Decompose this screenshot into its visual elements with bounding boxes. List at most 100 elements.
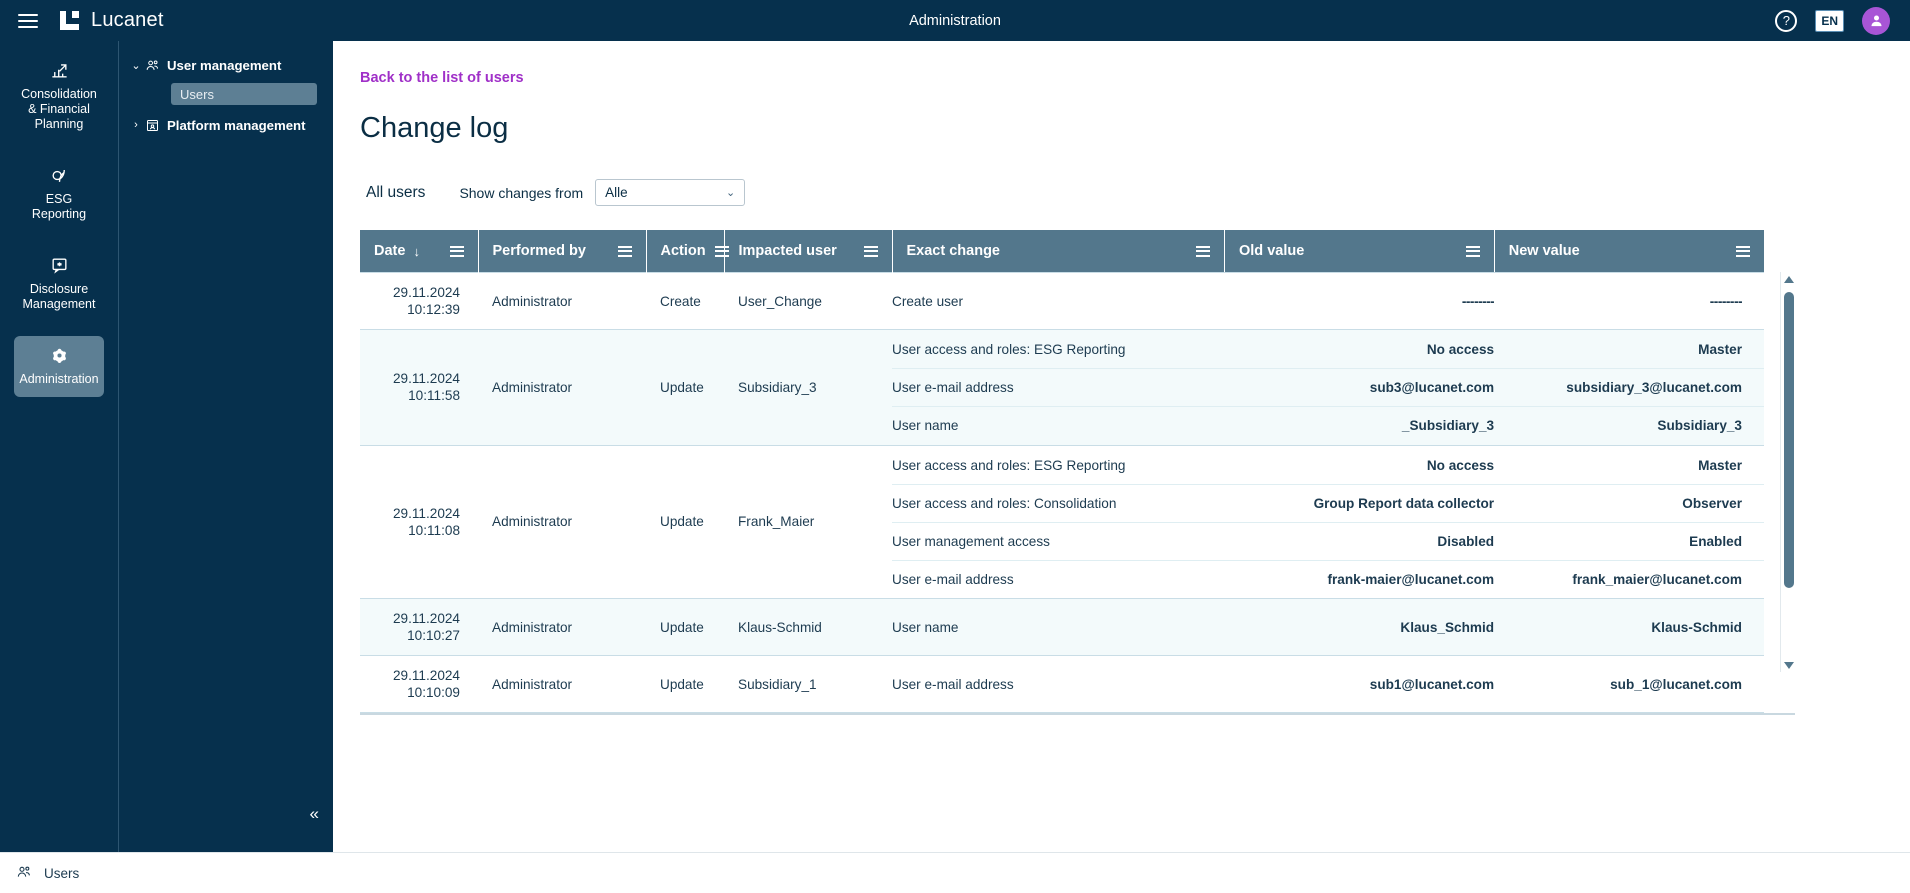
hamburger-icon[interactable] — [18, 13, 38, 28]
users-icon — [16, 864, 32, 883]
scrollbar-track[interactable] — [1781, 286, 1796, 658]
top-bar-right: ? EN — [1510, 6, 1910, 35]
chevron-right-icon[interactable]: › — [127, 119, 145, 131]
cell-change-group: Create user -------- -------- — [892, 272, 1764, 330]
lucanet-logo-icon — [60, 11, 79, 30]
cell-performed-by: Administrator — [478, 272, 646, 330]
change-sub-table: User access and roles: ESG Reporting No a… — [892, 330, 1764, 445]
brand-name: Lucanet — [91, 9, 164, 31]
avatar[interactable] — [1862, 6, 1890, 35]
change-sub-row: User name _Subsidiary_3 Subsidiary_3 — [892, 406, 1764, 445]
tab-all-users[interactable]: All users — [360, 182, 431, 204]
column-header-old-value[interactable]: Old value — [1224, 230, 1495, 272]
cell-action: Create — [646, 272, 724, 330]
column-header-date[interactable]: Date ↓ — [360, 230, 479, 273]
column-menu-icon[interactable] — [1465, 245, 1480, 257]
sidebar-item-esg-reporting[interactable]: ESG Reporting — [14, 156, 104, 232]
table-row[interactable]: 29.11.2024 10:10:27 Administrator Update Kla… — [360, 598, 1764, 656]
help-icon[interactable]: ? — [1775, 9, 1798, 32]
chevron-down-icon: ⌄ — [725, 187, 736, 199]
column-menu-icon[interactable] — [1196, 245, 1210, 257]
cell-performed-by: Administrator — [478, 598, 646, 656]
back-to-users-link[interactable]: Back to the list of users — [360, 70, 524, 86]
cell-impacted-user: Subsidiary_3 — [724, 329, 892, 446]
document-star-icon — [18, 256, 100, 275]
column-header-performed-by[interactable]: Performed by — [478, 230, 647, 273]
page-title: Change log — [360, 112, 509, 144]
table-row[interactable]: 29.11.2024 10:10:09 Administrator Update Sub… — [360, 655, 1764, 713]
sort-descending-icon[interactable]: ↓ — [413, 244, 420, 259]
change-sub-row: User access and roles: Consolidation Grou… — [892, 484, 1764, 523]
change-sub-row: User e-mail address sub1@lucanet.com sub_1… — [892, 665, 1764, 704]
column-menu-icon[interactable] — [1736, 245, 1750, 257]
show-changes-from-select[interactable]: Alle ⌄ — [595, 179, 746, 206]
collapse-panel-button[interactable]: « — [310, 804, 319, 824]
cell-new-value: Subsidiary_3 — [1494, 406, 1764, 445]
tree-item-label: Users — [180, 86, 214, 102]
sidebar-item-label: Consolidation & Financial Planning — [21, 87, 97, 131]
column-header-action[interactable]: Action — [646, 230, 729, 273]
change-sub-table: User name Klaus_Schmid Klaus-Schmid — [892, 608, 1764, 647]
column-label: Action — [660, 243, 706, 259]
table-row[interactable]: 29.11.2024 10:11:58 Administrator Update Sub… — [360, 329, 1764, 446]
column-menu-icon[interactable] — [449, 245, 464, 257]
scroll-down-arrow-icon[interactable] — [1781, 658, 1797, 672]
sidebar-item-disclosure-management[interactable]: Disclosure Management — [14, 246, 104, 322]
cell-change-group: User name Klaus_Schmid Klaus-Schmid — [892, 598, 1764, 656]
tree-item-users[interactable]: Users — [171, 83, 317, 105]
tree-node-platform-management[interactable]: › Platform management — [119, 111, 333, 139]
cell-old-value: sub3@lucanet.com — [1224, 368, 1495, 407]
table-row[interactable]: 29.11.2024 10:11:08 Administrator Update Fra… — [360, 444, 1764, 599]
scrollbar-thumb[interactable] — [1784, 292, 1794, 588]
sidebar-item-label: Disclosure Management — [22, 282, 96, 311]
cell-exact-change: User e-mail address — [892, 665, 1225, 704]
sidebar-item-label: Administration — [19, 372, 99, 386]
column-header-impacted-user[interactable]: Impacted user — [724, 230, 893, 273]
sidebar-item-consolidation[interactable]: Consolidation & Financial Planning — [14, 51, 104, 142]
change-sub-row: User access and roles: ESG Reporting No a… — [892, 330, 1764, 369]
cell-new-value: Klaus-Schmid — [1494, 608, 1764, 647]
table-row[interactable]: 29.11.2024 10:12:39 Administrator Create Use… — [360, 272, 1764, 330]
column-label: Old value — [1239, 243, 1305, 259]
chevron-down-icon[interactable]: ⌄ — [127, 59, 145, 72]
cell-change-group: User e-mail address sub1@lucanet.com sub_1… — [892, 655, 1764, 713]
sidebar-item-administration[interactable]: Administration — [14, 336, 104, 397]
status-bar: Users — [0, 852, 1910, 893]
show-changes-from-label: Show changes from — [459, 184, 584, 201]
primary-nav-rail: Consolidation & Financial Planning ESG Rep… — [0, 41, 118, 852]
column-header-new-value[interactable]: New value — [1494, 230, 1764, 272]
table-vertical-scrollbar[interactable] — [1780, 272, 1796, 672]
top-bar: Lucanet Administration ? EN — [0, 0, 1910, 41]
change-log-table: Date ↓ Performed by Action Impacted user… — [360, 230, 1764, 713]
table-header-row: Date ↓ Performed by Action Impacted user… — [360, 230, 1764, 273]
cell-date: 29.11.2024 10:10:09 — [360, 655, 478, 713]
tree-node-user-management[interactable]: ⌄ User management — [119, 51, 333, 79]
cell-exact-change: User e-mail address — [892, 560, 1225, 598]
change-sub-table: Create user -------- -------- — [892, 282, 1764, 321]
cell-change-group: User access and roles: ESG Reporting No a… — [892, 329, 1764, 446]
cell-old-value: Klaus_Schmid — [1224, 608, 1495, 647]
change-sub-table: User access and roles: ESG Reporting No a… — [892, 446, 1764, 598]
gear-icon — [18, 346, 100, 365]
column-menu-icon[interactable] — [714, 245, 729, 257]
bar-chart-icon — [18, 61, 100, 80]
cell-impacted-user: Frank_Maier — [724, 444, 892, 599]
column-label: Exact change — [906, 243, 1001, 259]
cell-action: Update — [646, 655, 724, 713]
column-header-exact-change[interactable]: Exact change — [892, 230, 1225, 272]
cell-action: Update — [646, 444, 724, 599]
users-icon — [145, 58, 167, 73]
cell-old-value: Disabled — [1224, 522, 1495, 561]
change-sub-row: User management access Disabled Enabled — [892, 522, 1764, 561]
cell-exact-change: User access and roles: ESG Reporting — [892, 330, 1225, 369]
cell-old-value: No access — [1224, 446, 1495, 485]
cell-new-value: Master — [1494, 446, 1764, 485]
cell-old-value: -------- — [1224, 282, 1495, 321]
platform-icon — [145, 118, 167, 133]
cell-exact-change: User name — [892, 608, 1225, 647]
column-menu-icon[interactable] — [863, 245, 878, 257]
scroll-up-arrow-icon[interactable] — [1781, 272, 1797, 286]
cell-date: 29.11.2024 10:10:27 — [360, 598, 478, 656]
column-menu-icon[interactable] — [617, 245, 632, 257]
language-badge[interactable]: EN — [1815, 9, 1844, 32]
